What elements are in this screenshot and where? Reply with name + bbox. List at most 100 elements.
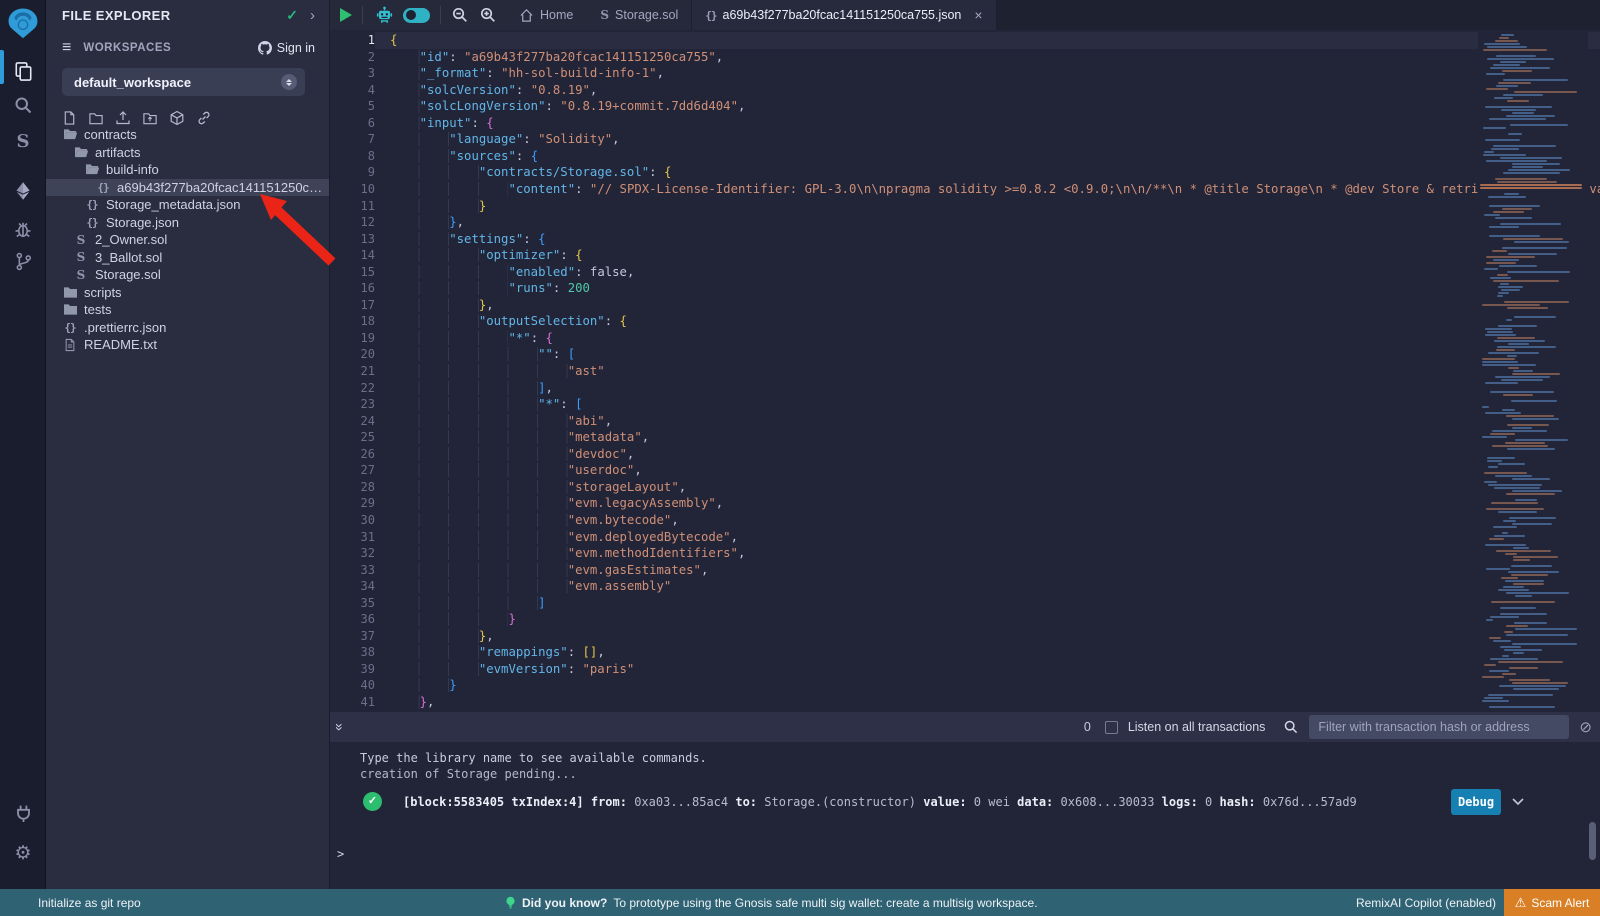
folder-open-icon	[73, 146, 89, 159]
workspaces-menu-icon[interactable]: ≡	[62, 39, 71, 57]
tree-row[interactable]: {}a69b43f277ba20fcac141151250ca755.json	[46, 179, 329, 197]
line-content: "ast"	[390, 363, 605, 380]
tab-a69b43f277ba20fcac141151250ca755-json[interactable]: {}a69b43f277ba20fcac141151250ca755.json×	[691, 0, 996, 30]
line-number: 4	[330, 82, 375, 99]
line-content: "": [	[390, 346, 575, 363]
ai-copilot-robot-icon[interactable]	[375, 0, 394, 30]
code-line: 41 },	[330, 694, 1600, 711]
terminal-prompt: >	[337, 846, 344, 862]
terminal-line: Type the library name to see available c…	[360, 750, 707, 766]
code-line: 6 "input": {	[330, 115, 1600, 132]
line-number: 5	[330, 98, 375, 115]
line-number: 36	[330, 611, 375, 628]
new-file-icon[interactable]	[62, 110, 77, 126]
settings-gear-icon[interactable]: ⚙	[0, 838, 46, 868]
terminal-collapse-icon[interactable]: »	[332, 723, 348, 731]
zoom-out-icon[interactable]	[451, 0, 469, 30]
line-number: 11	[330, 198, 375, 215]
terminal[interactable]: Type the library name to see available c…	[330, 742, 1600, 889]
line-number: 19	[330, 330, 375, 347]
search-icon[interactable]	[0, 92, 46, 118]
transaction-log-row[interactable]: ✓ [block:5583405 txIndex:4] from: 0xa03.…	[330, 789, 1600, 819]
sol-icon: S	[600, 8, 609, 22]
line-content: "enabled": false,	[390, 264, 634, 281]
upload-file-icon[interactable]	[115, 110, 131, 126]
tree-row[interactable]: tests	[46, 301, 329, 319]
line-number: 35	[330, 595, 375, 612]
listen-checkbox[interactable]	[1105, 721, 1118, 734]
line-content: },	[390, 297, 494, 314]
terminal-scrollbar[interactable]	[1589, 822, 1596, 860]
deploy-run-icon[interactable]	[0, 176, 46, 206]
remix-logo-icon[interactable]	[0, 4, 46, 42]
toggle-knob	[406, 10, 416, 20]
scam-alert-button[interactable]: ⚠ Scam Alert	[1504, 889, 1600, 916]
tree-row[interactable]: SStorage.sol	[46, 266, 329, 284]
scam-alert-label: Scam Alert	[1531, 896, 1589, 910]
tree-row[interactable]: {}Storage.json	[46, 214, 329, 232]
debugger-icon[interactable]	[0, 214, 46, 244]
line-content: },	[390, 628, 494, 645]
line-number: 27	[330, 462, 375, 479]
tree-row[interactable]: {}Storage_metadata.json	[46, 196, 329, 214]
workspace-select[interactable]: default_workspace	[62, 68, 305, 96]
file-explorer-icon[interactable]	[0, 56, 46, 86]
close-icon[interactable]: ×	[974, 7, 982, 23]
code-line: 32 "evm.methodIdentifiers",	[330, 545, 1600, 562]
tab-storage-sol[interactable]: SStorage.sol	[586, 0, 691, 30]
zoom-in-icon[interactable]	[479, 0, 497, 30]
upload-folder-icon[interactable]	[142, 111, 158, 126]
tx-expand-chevron-icon[interactable]	[1510, 793, 1526, 813]
folder-open-icon	[84, 163, 100, 176]
line-number: 8	[330, 148, 375, 165]
github-icon	[258, 41, 272, 55]
line-content: "evm.bytecode",	[390, 512, 679, 529]
ipfs-cube-icon[interactable]	[169, 110, 185, 126]
lightbulb-icon	[505, 896, 516, 910]
plugin-manager-icon[interactable]	[0, 798, 46, 828]
line-content: "*": [	[390, 396, 583, 413]
terminal-toolbar: » 0 Listen on all transactions ⊘	[330, 712, 1600, 742]
line-content: ],	[390, 380, 553, 397]
line-number: 15	[330, 264, 375, 281]
git-init-button[interactable]: Initialize as git repo	[38, 896, 141, 910]
tab-label: a69b43f277ba20fcac141151250ca755.json	[723, 8, 962, 22]
tree-row[interactable]: README.txt	[46, 336, 329, 354]
tx-summary: [block:5583405 txIndex:4] from: 0xa03...…	[403, 794, 1357, 810]
separator	[440, 6, 441, 24]
minimap[interactable]	[1478, 30, 1588, 712]
filter-input[interactable]	[1309, 715, 1569, 739]
sign-in-button[interactable]: Sign in	[258, 41, 315, 55]
workspace-select-value: default_workspace	[74, 75, 191, 90]
copilot-status[interactable]: RemixAI Copilot (enabled)	[1356, 896, 1496, 910]
tree-row[interactable]: S2_Owner.sol	[46, 231, 329, 249]
tab-strip-filler	[997, 0, 1600, 30]
copilot-toggle[interactable]	[403, 8, 430, 23]
tree-row[interactable]: S3_Ballot.sol	[46, 249, 329, 267]
debug-button[interactable]: Debug	[1451, 789, 1501, 815]
tree-row[interactable]: artifacts	[46, 144, 329, 162]
link-icon[interactable]	[196, 110, 212, 126]
git-icon[interactable]	[0, 246, 46, 276]
tab-home[interactable]: Home	[505, 0, 586, 30]
new-folder-icon[interactable]	[88, 111, 104, 126]
code-line: 13 "settings": {	[330, 231, 1600, 248]
line-number: 26	[330, 446, 375, 463]
line-content: "evm.assembly"	[390, 578, 671, 595]
chevron-right-icon[interactable]: ›	[310, 7, 315, 24]
tip-title: Did you know?	[522, 896, 607, 910]
code-line: 23 "*": [	[330, 396, 1600, 413]
code-editor[interactable]: 1{2 "id": "a69b43f277ba20fcac141151250ca…	[330, 30, 1600, 712]
code-line: 2 "id": "a69b43f277ba20fcac141151250ca75…	[330, 49, 1600, 66]
clear-console-icon[interactable]: ⊘	[1579, 718, 1592, 736]
code-line: 22 ],	[330, 380, 1600, 397]
line-number: 20	[330, 346, 375, 363]
solidity-compiler-icon[interactable]: S	[0, 126, 46, 156]
line-content: "content": "// SPDX-License-Identifier: …	[390, 181, 1600, 198]
tree-row[interactable]: scripts	[46, 284, 329, 302]
tree-row[interactable]: build-info	[46, 161, 329, 179]
tree-row[interactable]: contracts	[46, 126, 329, 144]
code-line: 25 "metadata",	[330, 429, 1600, 446]
tree-row[interactable]: {}.prettierrc.json	[46, 319, 329, 337]
run-script-button[interactable]	[340, 8, 352, 22]
